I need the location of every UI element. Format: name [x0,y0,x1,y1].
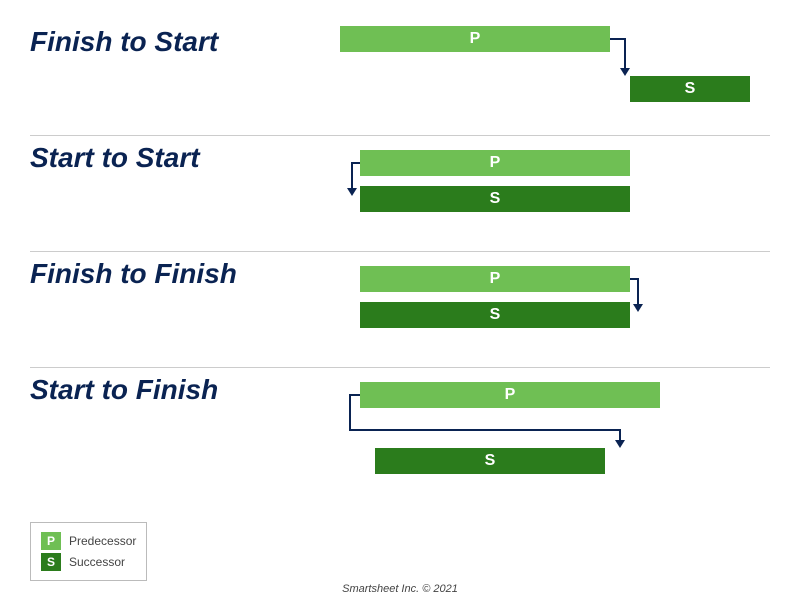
heading-fs: Finish to Start [30,26,218,58]
successor-label: S [485,452,496,470]
legend-p-label: Predecessor [69,534,136,548]
predecessor-label: P [470,30,481,48]
heading-ss: Start to Start [30,142,200,174]
heading-sf: Start to Finish [30,374,218,406]
successor-bar: S [360,302,630,328]
legend-swatch-s: S [41,553,61,571]
predecessor-bar: P [360,266,630,292]
section-start-to-finish: Start to Finish P S [30,368,770,508]
arrow-icon [344,382,634,452]
section-finish-to-start: Finish to Start P S [30,20,770,135]
diagram-fs: P S [340,20,760,135]
diagram-ss: P S [340,136,760,251]
diagram-ff: P S [340,252,760,367]
section-start-to-start: Start to Start P S [30,136,770,251]
successor-bar: S [360,186,630,212]
predecessor-label: P [490,154,501,172]
arrow-icon [630,266,650,314]
legend-p-letter: P [47,534,55,548]
legend-row-predecessor: P Predecessor [41,532,136,550]
successor-bar: S [630,76,750,102]
diagram-sf: P S [340,368,760,508]
predecessor-bar: P [360,150,630,176]
section-finish-to-finish: Finish to Finish P S [30,252,770,367]
legend-swatch-p: P [41,532,61,550]
successor-label: S [490,190,501,208]
legend-s-label: Successor [69,555,125,569]
successor-label: S [685,80,696,98]
legend: P Predecessor S Successor [30,522,147,581]
legend-row-successor: S Successor [41,553,136,571]
footer-copyright: Smartsheet Inc. © 2021 [0,583,800,595]
successor-label: S [490,306,501,324]
arrow-icon [344,150,364,198]
legend-s-letter: S [47,555,55,569]
predecessor-label: P [490,270,501,288]
heading-ff: Finish to Finish [30,258,237,290]
predecessor-bar: P [340,26,610,52]
dependency-types-diagram: Finish to Start P S Start to Start P S F… [0,0,800,601]
arrow-icon [610,26,640,80]
